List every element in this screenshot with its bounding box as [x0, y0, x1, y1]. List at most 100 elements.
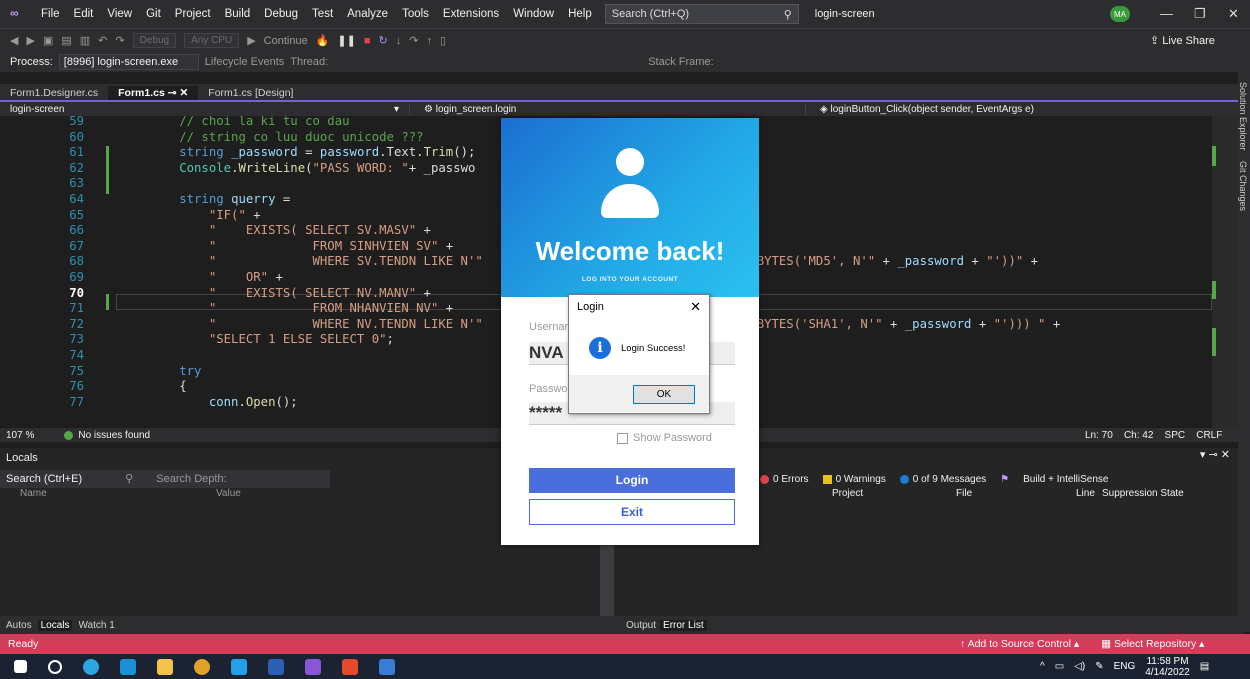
- save-icon[interactable]: ▤: [61, 34, 71, 47]
- close-tab-icon[interactable]: ✕: [179, 87, 188, 99]
- login-app-icon[interactable]: [379, 658, 395, 675]
- menu-git[interactable]: Git: [139, 8, 168, 20]
- menu-tools[interactable]: Tools: [395, 8, 436, 20]
- visual-studio-logo-icon[interactable]: ∞: [10, 6, 30, 22]
- zoom-level[interactable]: 107 %: [0, 430, 34, 441]
- mail-icon[interactable]: [120, 658, 136, 675]
- code-text: " EXISTS( SELECT SV.MASV" +: [120, 223, 431, 238]
- tab-form1-designer[interactable]: Form1.Designer.cs: [0, 86, 108, 100]
- warnings-filter[interactable]: 0 Warnings: [822, 474, 886, 485]
- vscode-icon[interactable]: [231, 658, 247, 675]
- tab-output[interactable]: Output: [626, 620, 656, 631]
- platform-dropdown[interactable]: Any CPU: [184, 33, 240, 48]
- tab-locals[interactable]: Locals: [37, 619, 73, 631]
- close-icon[interactable]: ✕: [1228, 6, 1239, 22]
- process-dropdown[interactable]: [8996] login-screen.exe: [58, 54, 199, 70]
- line-ending[interactable]: CRLF: [1196, 430, 1222, 441]
- menu-project[interactable]: Project: [168, 8, 218, 20]
- add-to-source-control-button[interactable]: ↑ Add to Source Control ▴: [960, 638, 1079, 650]
- issues-status[interactable]: No issues found: [78, 430, 150, 441]
- menu-extensions[interactable]: Extensions: [436, 8, 506, 20]
- stop-icon[interactable]: ■: [364, 35, 371, 47]
- edge-icon[interactable]: [83, 658, 99, 675]
- ok-button[interactable]: OK: [633, 385, 695, 404]
- build-scope-dropdown[interactable]: Build + IntelliSense: [1023, 474, 1108, 485]
- step-out-icon[interactable]: ↑: [426, 35, 432, 47]
- tab-autos[interactable]: Autos: [6, 620, 32, 631]
- forward-icon[interactable]: ▶: [26, 34, 34, 47]
- hot-reload-icon[interactable]: 🔥: [316, 34, 330, 47]
- menu-view[interactable]: View: [100, 8, 139, 20]
- search-icon[interactable]: [48, 659, 62, 674]
- avatar[interactable]: MA: [1110, 6, 1130, 22]
- menu-window[interactable]: Window: [506, 8, 561, 20]
- visual-studio-icon[interactable]: [305, 658, 321, 675]
- chevron-up-icon[interactable]: ^: [1040, 661, 1045, 672]
- indent-mode[interactable]: SPC: [1165, 430, 1186, 441]
- tab-error-list[interactable]: Error List: [660, 619, 707, 631]
- show-password-checkbox[interactable]: Show Password: [617, 432, 712, 444]
- menu-edit[interactable]: Edit: [67, 8, 101, 20]
- filter-icon[interactable]: ⚑: [1000, 474, 1009, 485]
- step-over-icon[interactable]: ↷: [409, 34, 418, 47]
- menu-debug[interactable]: Debug: [257, 8, 305, 20]
- pen-icon[interactable]: ✎: [1095, 661, 1103, 672]
- step-into-icon[interactable]: ↓: [396, 35, 402, 47]
- side-tool-strip: Solution Explorer Git Changes: [1238, 72, 1250, 632]
- lifecycle-events-dropdown[interactable]: Lifecycle Events: [205, 56, 284, 68]
- restart-icon[interactable]: ↻: [379, 34, 388, 47]
- column-file: File: [956, 488, 973, 499]
- tab-form1-design[interactable]: Form1.cs [Design]: [198, 86, 303, 100]
- errors-filter[interactable]: 0 Errors: [760, 474, 809, 485]
- menu-analyze[interactable]: Analyze: [340, 8, 395, 20]
- editor-scrollbar[interactable]: [1212, 116, 1238, 428]
- search-input[interactable]: Search (Ctrl+Q) ⚲: [604, 4, 799, 24]
- clock-date: 4/14/2022: [1145, 666, 1190, 678]
- menu-file[interactable]: File: [34, 8, 67, 20]
- clock[interactable]: 11:58 PM 4/14/2022: [1145, 656, 1190, 678]
- tab-form1-cs[interactable]: Form1.cs ⊸ ✕: [108, 86, 199, 100]
- pause-icon[interactable]: ❚❚: [337, 34, 355, 47]
- word-icon[interactable]: [268, 658, 284, 675]
- minimize-icon[interactable]: —: [1160, 6, 1173, 21]
- scroll-marker: [1212, 281, 1216, 299]
- undo-icon[interactable]: ↶: [98, 34, 107, 47]
- menu-test[interactable]: Test: [305, 8, 340, 20]
- bookmark-icon[interactable]: ▯: [440, 34, 446, 47]
- continue-button[interactable]: Continue: [264, 35, 308, 47]
- panel-controls[interactable]: ▾ ⊸ ✕: [1200, 448, 1230, 461]
- locals-search-input[interactable]: Search (Ctrl+E) ⚲ Search Depth:: [0, 470, 330, 488]
- line-number: 75: [69, 363, 84, 378]
- close-icon[interactable]: ✕: [690, 299, 701, 315]
- configuration-dropdown[interactable]: Debug: [132, 33, 177, 48]
- tab-watch[interactable]: Watch 1: [78, 620, 114, 631]
- login-button[interactable]: Login: [529, 468, 735, 493]
- menu-build[interactable]: Build: [218, 8, 258, 20]
- git-changes-tab[interactable]: Git Changes: [1238, 161, 1248, 211]
- solution-explorer-tab[interactable]: Solution Explorer: [1238, 82, 1248, 151]
- class-dropdown[interactable]: ⚙ login_screen.login: [410, 103, 806, 115]
- save-all-icon[interactable]: ▥: [80, 34, 90, 47]
- scroll-marker: [1212, 146, 1216, 166]
- language-indicator[interactable]: ENG: [1114, 661, 1136, 672]
- messages-filter[interactable]: 0 of 9 Messages: [899, 474, 986, 485]
- redo-icon[interactable]: ↷: [115, 34, 124, 47]
- battery-icon[interactable]: ▭: [1055, 661, 1064, 672]
- project-dropdown[interactable]: login-screen ▾: [0, 103, 410, 115]
- file-explorer-icon[interactable]: [157, 658, 173, 675]
- new-item-icon[interactable]: ▣: [43, 34, 53, 47]
- restore-icon[interactable]: ❐: [1194, 6, 1206, 22]
- chrome-icon[interactable]: [194, 658, 210, 675]
- notification-icon[interactable]: ▤: [1200, 661, 1209, 672]
- menu-help[interactable]: Help: [561, 8, 599, 20]
- back-icon[interactable]: ◀: [10, 34, 18, 47]
- select-repository-button[interactable]: ▦ Select Repository ▴: [1101, 638, 1204, 650]
- volume-icon[interactable]: ◁): [1074, 661, 1085, 672]
- continue-icon[interactable]: ▶: [247, 34, 255, 47]
- member-dropdown[interactable]: ◈ loginButton_Click(object sender, Event…: [806, 104, 1034, 115]
- start-icon[interactable]: [14, 660, 27, 673]
- pin-icon[interactable]: ⊸: [168, 87, 177, 99]
- app-icon[interactable]: [342, 658, 358, 675]
- exit-button[interactable]: Exit: [529, 499, 735, 525]
- live-share-button[interactable]: ⇪ Live Share: [1150, 34, 1215, 47]
